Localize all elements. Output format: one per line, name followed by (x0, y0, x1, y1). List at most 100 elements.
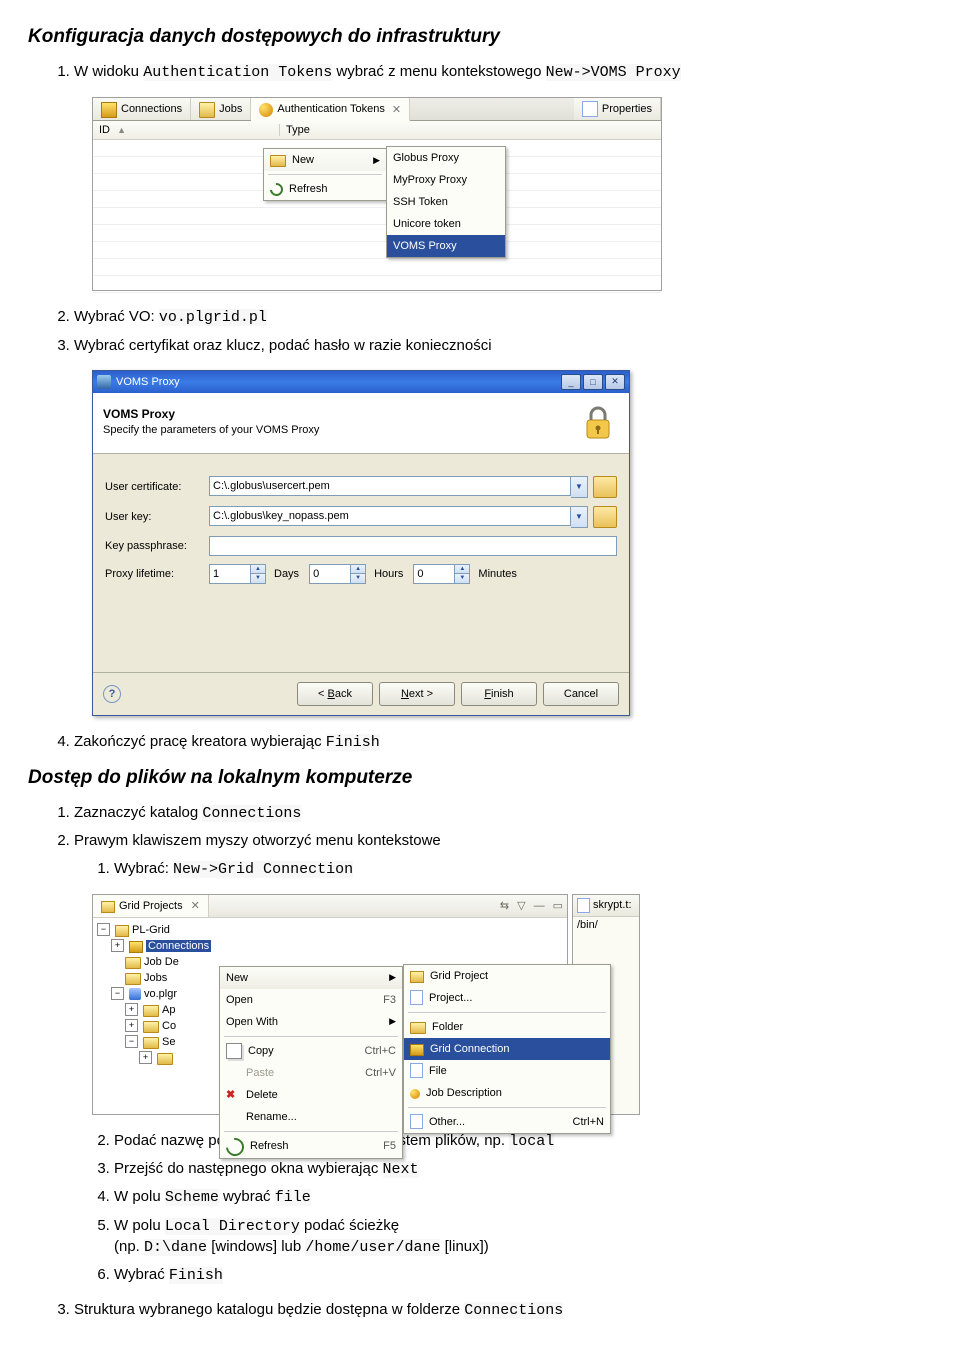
menu-refresh[interactable]: Refresh F5 (220, 1135, 402, 1158)
s2-step2-4: W polu Scheme wybrać file (114, 1187, 932, 1208)
submenu-grid-connection[interactable]: Grid Connection (404, 1038, 610, 1060)
s2-step2-3: Przejść do następnego okna wybierając Ne… (114, 1159, 932, 1180)
days-input[interactable] (210, 565, 250, 583)
submenu-other-label: Other... (429, 1116, 465, 1128)
maximize-pane-icon[interactable]: ▭ (553, 899, 563, 912)
s1-step4: Zakończyć pracę kreatora wybierając Fini… (74, 732, 932, 753)
maximize-button[interactable]: □ (583, 374, 603, 390)
s2-step2-text: Prawym klawiszem myszy otworzyć menu kon… (74, 832, 441, 849)
vo-icon (129, 988, 141, 1000)
tab-grid-projects[interactable]: Grid Projects ✕ (93, 895, 209, 917)
wizard-header: VOMS Proxy Specify the parameters of you… (93, 393, 629, 454)
submenu-job-description-label: Job Description (426, 1087, 502, 1099)
menu-new[interactable]: New ▶ (220, 967, 402, 989)
menu-open-with-label: Open With (226, 1016, 278, 1028)
submenu-arrow-icon: ▶ (389, 972, 396, 983)
expand-icon[interactable]: − (125, 1035, 138, 1048)
next-button[interactable]: Next > (379, 682, 455, 706)
menu-paste-label: Paste (246, 1067, 274, 1079)
finish-button[interactable]: Finish (461, 682, 537, 706)
figure-grid-projects: Grid Projects ✕ ⇆ ▽ — ▭ − PL-Grid + (92, 894, 932, 1115)
s1-step1-text-a: W widoku (74, 63, 143, 80)
minutes-input[interactable] (414, 565, 454, 583)
submenu-grid-project[interactable]: Grid Project (404, 965, 610, 987)
s2-step1-text: Zaznaczyć katalog (74, 804, 202, 821)
tree-root-label: PL-Grid (132, 924, 170, 936)
hours-stepper[interactable]: ▲▼ (309, 564, 366, 584)
tab-jobs[interactable]: Jobs (191, 98, 251, 120)
close-icon[interactable]: ✕ (392, 103, 401, 116)
menu-open[interactable]: Open F3 (220, 989, 402, 1011)
menu-open-with[interactable]: Open With ▶ (220, 1011, 402, 1033)
cancel-button[interactable]: Cancel (543, 682, 619, 706)
project-tabbar: Grid Projects ✕ ⇆ ▽ — ▭ (93, 895, 567, 918)
sort-asc-icon: ▲ (117, 125, 126, 135)
days-stepper[interactable]: ▲▼ (209, 564, 266, 584)
s2-2-5-text-c: (np. (114, 1238, 144, 1255)
user-key-input[interactable] (209, 506, 571, 526)
tab-properties[interactable]: Properties (574, 98, 661, 120)
expand-icon[interactable]: + (139, 1051, 152, 1064)
view-menu-icon[interactable]: ▽ (517, 899, 525, 912)
job-description-icon (410, 1089, 420, 1099)
submenu-ssh-token[interactable]: SSH Token (387, 191, 505, 213)
key-icon (259, 103, 273, 117)
user-certificate-input[interactable] (209, 476, 571, 496)
s2-2-5-code3: /home/user/dane (305, 1239, 440, 1256)
submenu-project[interactable]: Project... (404, 987, 610, 1009)
submenu-folder[interactable]: Folder (404, 1016, 610, 1038)
submenu-myproxy-proxy[interactable]: MyProxy Proxy (387, 169, 505, 191)
submenu-file[interactable]: File (404, 1060, 610, 1082)
side-tab[interactable]: skrypt.t: (573, 895, 639, 917)
folder-icon (143, 1005, 159, 1017)
back-button[interactable]: < Back (297, 682, 373, 706)
submenu-job-description[interactable]: Job Description (404, 1082, 610, 1104)
s2-2-3-code: Next (383, 1161, 419, 1178)
minimize-pane-icon[interactable]: — (534, 900, 545, 912)
submenu-voms-proxy[interactable]: VOMS Proxy (387, 235, 505, 257)
s2-step1-code: Connections (202, 805, 301, 822)
s2-step3-code: Connections (464, 1302, 563, 1319)
menu-refresh[interactable]: Refresh (264, 178, 386, 200)
s1-step3: Wybrać certyfikat oraz klucz, podać hasł… (74, 336, 932, 356)
submenu-globus-proxy[interactable]: Globus Proxy (387, 147, 505, 169)
menu-delete[interactable]: ✖ Delete (220, 1084, 402, 1106)
properties-icon (582, 101, 598, 117)
s2-step2: Prawym klawiszem myszy otworzyć menu kon… (74, 831, 932, 880)
menu-new[interactable]: New ▶ (264, 149, 386, 171)
dropdown-icon[interactable]: ▼ (571, 476, 588, 498)
browse-key-button[interactable] (593, 506, 617, 528)
column-type[interactable]: Type (280, 124, 661, 136)
tab-connections[interactable]: Connections (93, 98, 191, 120)
s1-step1-code2: New->VOMS Proxy (546, 64, 681, 81)
tree-vo-label: vo.plgr (144, 988, 177, 1000)
hours-input[interactable] (310, 565, 350, 583)
close-button[interactable]: ✕ (605, 374, 625, 390)
menu-rename[interactable]: Rename... (220, 1106, 402, 1128)
expand-icon[interactable]: + (125, 1019, 138, 1032)
expand-icon[interactable]: − (111, 987, 124, 1000)
expand-icon[interactable]: − (97, 923, 110, 936)
close-icon[interactable]: ✕ (191, 899, 200, 912)
dropdown-icon[interactable]: ▼ (571, 506, 588, 528)
menu-copy[interactable]: Copy Ctrl+C (220, 1040, 402, 1062)
help-button[interactable]: ? (103, 685, 121, 703)
connections-icon (129, 941, 143, 953)
expand-icon[interactable]: + (125, 1003, 138, 1016)
browse-certificate-button[interactable] (593, 476, 617, 498)
s2-step2-1: Wybrać: New->Grid Connection (114, 859, 932, 880)
key-passphrase-input[interactable] (209, 536, 617, 556)
expand-icon[interactable]: + (111, 939, 124, 952)
project-icon (410, 990, 423, 1005)
submenu-folder-label: Folder (432, 1021, 463, 1033)
tree-root[interactable]: − PL-Grid (97, 922, 563, 938)
minutes-stepper[interactable]: ▲▼ (413, 564, 470, 584)
grid-connection-icon (410, 1044, 424, 1056)
collapse-all-icon[interactable]: ⇆ (500, 899, 509, 912)
tab-auth-tokens[interactable]: Authentication Tokens ✕ (251, 98, 410, 121)
minimize-button[interactable]: _ (561, 374, 581, 390)
submenu-other[interactable]: Other... Ctrl+N (404, 1111, 610, 1133)
column-id[interactable]: ID ▲ (93, 124, 280, 136)
submenu-unicore-token[interactable]: Unicore token (387, 213, 505, 235)
tree-connections[interactable]: + Connections (97, 938, 563, 954)
